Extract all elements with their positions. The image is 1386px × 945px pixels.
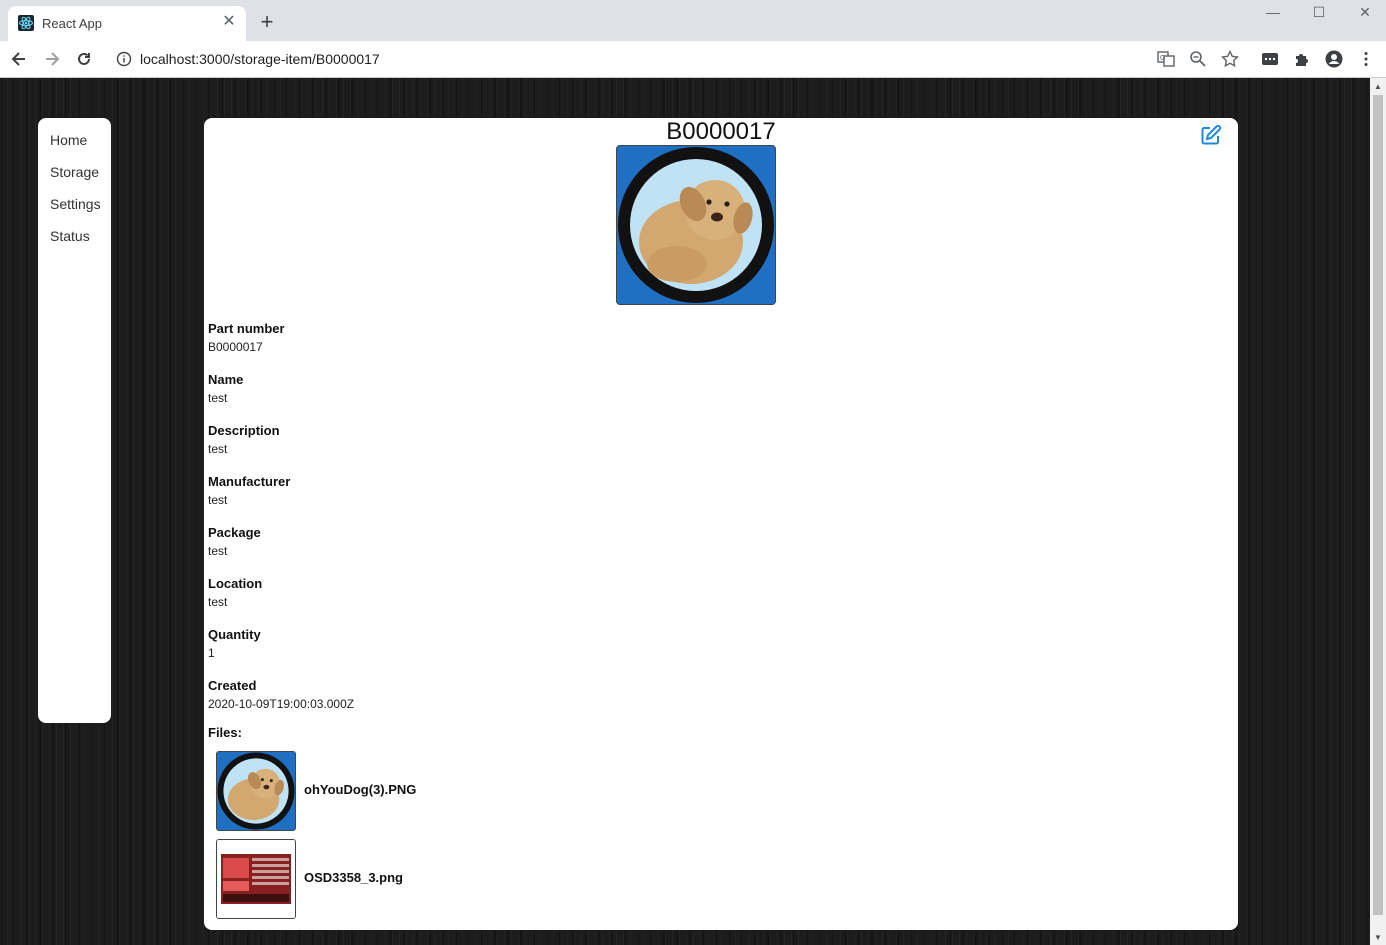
edit-icon[interactable]	[1200, 124, 1222, 146]
minimize-icon[interactable]: —	[1261, 4, 1285, 24]
field-value: 1	[208, 646, 215, 660]
field-value: test	[208, 544, 228, 558]
field-quantity: Quantity 1	[208, 626, 354, 677]
back-arrow-icon[interactable]	[9, 49, 29, 69]
field-label: Location	[208, 576, 263, 591]
files-label: Files:	[208, 725, 242, 740]
sidebar-item-settings[interactable]: Settings	[50, 188, 111, 220]
translate-icon[interactable]: G	[1157, 50, 1175, 68]
file-name[interactable]: ohYouDog(3).PNG	[304, 782, 416, 797]
field-value: 2020-10-09T19:00:03.000Z	[208, 697, 355, 711]
dog-thumbnail-image	[217, 752, 295, 830]
item-fields: Part number B0000017 Name test Descripti…	[208, 320, 354, 728]
page-title: B0000017	[666, 118, 776, 145]
dog-image	[617, 146, 775, 304]
account-icon[interactable]	[1325, 50, 1343, 68]
field-created: Created 2020-10-09T19:00:03.000Z	[208, 677, 354, 728]
browser-toolbar: localhost:3000/storage-item/B0000017 G	[0, 41, 1386, 78]
address-bar[interactable]: localhost:3000/storage-item/B0000017	[140, 51, 380, 67]
file-name[interactable]: OSD3358_3.png	[304, 870, 403, 885]
scroll-up-arrow-icon[interactable]: ▲	[1374, 82, 1382, 91]
react-icon	[18, 15, 34, 31]
browser-tab[interactable]: React App ✕	[8, 6, 246, 41]
field-package: Package test	[208, 524, 354, 575]
extension-dots-icon[interactable]	[1261, 50, 1279, 68]
field-value: test	[208, 442, 228, 456]
document-thumbnail-image	[217, 840, 295, 918]
field-value: test	[208, 595, 228, 609]
browser-tabbar: React App ✕ + — ☐ ✕	[0, 0, 1386, 41]
field-value: B0000017	[208, 340, 263, 354]
new-tab-button[interactable]: +	[256, 11, 278, 33]
vertical-scrollbar[interactable]: ▲ ▼	[1370, 78, 1386, 945]
field-name: Name test	[208, 371, 354, 422]
sidebar-item-storage[interactable]: Storage	[50, 156, 111, 188]
sidebar-item-home[interactable]: Home	[50, 124, 111, 156]
reload-icon[interactable]	[74, 49, 94, 69]
field-label: Description	[208, 423, 280, 438]
zoom-icon[interactable]	[1189, 50, 1207, 68]
field-description: Description test	[208, 422, 354, 473]
field-label: Part number	[208, 321, 285, 336]
svg-text:G: G	[1160, 55, 1165, 62]
puzzle-icon[interactable]	[1293, 50, 1311, 68]
page-background: Home Storage Settings Status B0000017 Pa…	[0, 78, 1370, 945]
field-manufacturer: Manufacturer test	[208, 473, 354, 524]
scroll-thumb[interactable]	[1373, 95, 1383, 915]
scroll-down-arrow-icon[interactable]: ▼	[1374, 933, 1382, 942]
field-label: Manufacturer	[208, 474, 291, 489]
item-image[interactable]	[616, 145, 776, 305]
forward-arrow-icon[interactable]	[42, 49, 62, 69]
sidebar: Home Storage Settings Status	[38, 118, 111, 723]
maximize-icon[interactable]: ☐	[1307, 4, 1331, 24]
field-label: Quantity	[208, 627, 261, 642]
field-value: test	[208, 493, 228, 507]
field-value: test	[208, 391, 228, 405]
field-location: Location test	[208, 575, 354, 626]
field-label: Name	[208, 372, 244, 387]
star-icon[interactable]	[1221, 50, 1239, 68]
info-icon[interactable]	[116, 51, 132, 67]
menu-dots-icon[interactable]	[1357, 50, 1375, 68]
close-icon[interactable]: ✕	[220, 13, 238, 31]
field-label: Created	[208, 678, 257, 693]
field-part-number: Part number B0000017	[208, 320, 354, 371]
file-thumbnail[interactable]	[216, 751, 296, 831]
file-thumbnail[interactable]	[216, 839, 296, 919]
item-card: B0000017 Part number B0000017 Name test …	[204, 118, 1238, 930]
window-close-icon[interactable]: ✕	[1353, 4, 1377, 24]
sidebar-item-status[interactable]: Status	[50, 220, 111, 252]
tab-title: React App	[42, 16, 102, 31]
field-label: Package	[208, 525, 261, 540]
